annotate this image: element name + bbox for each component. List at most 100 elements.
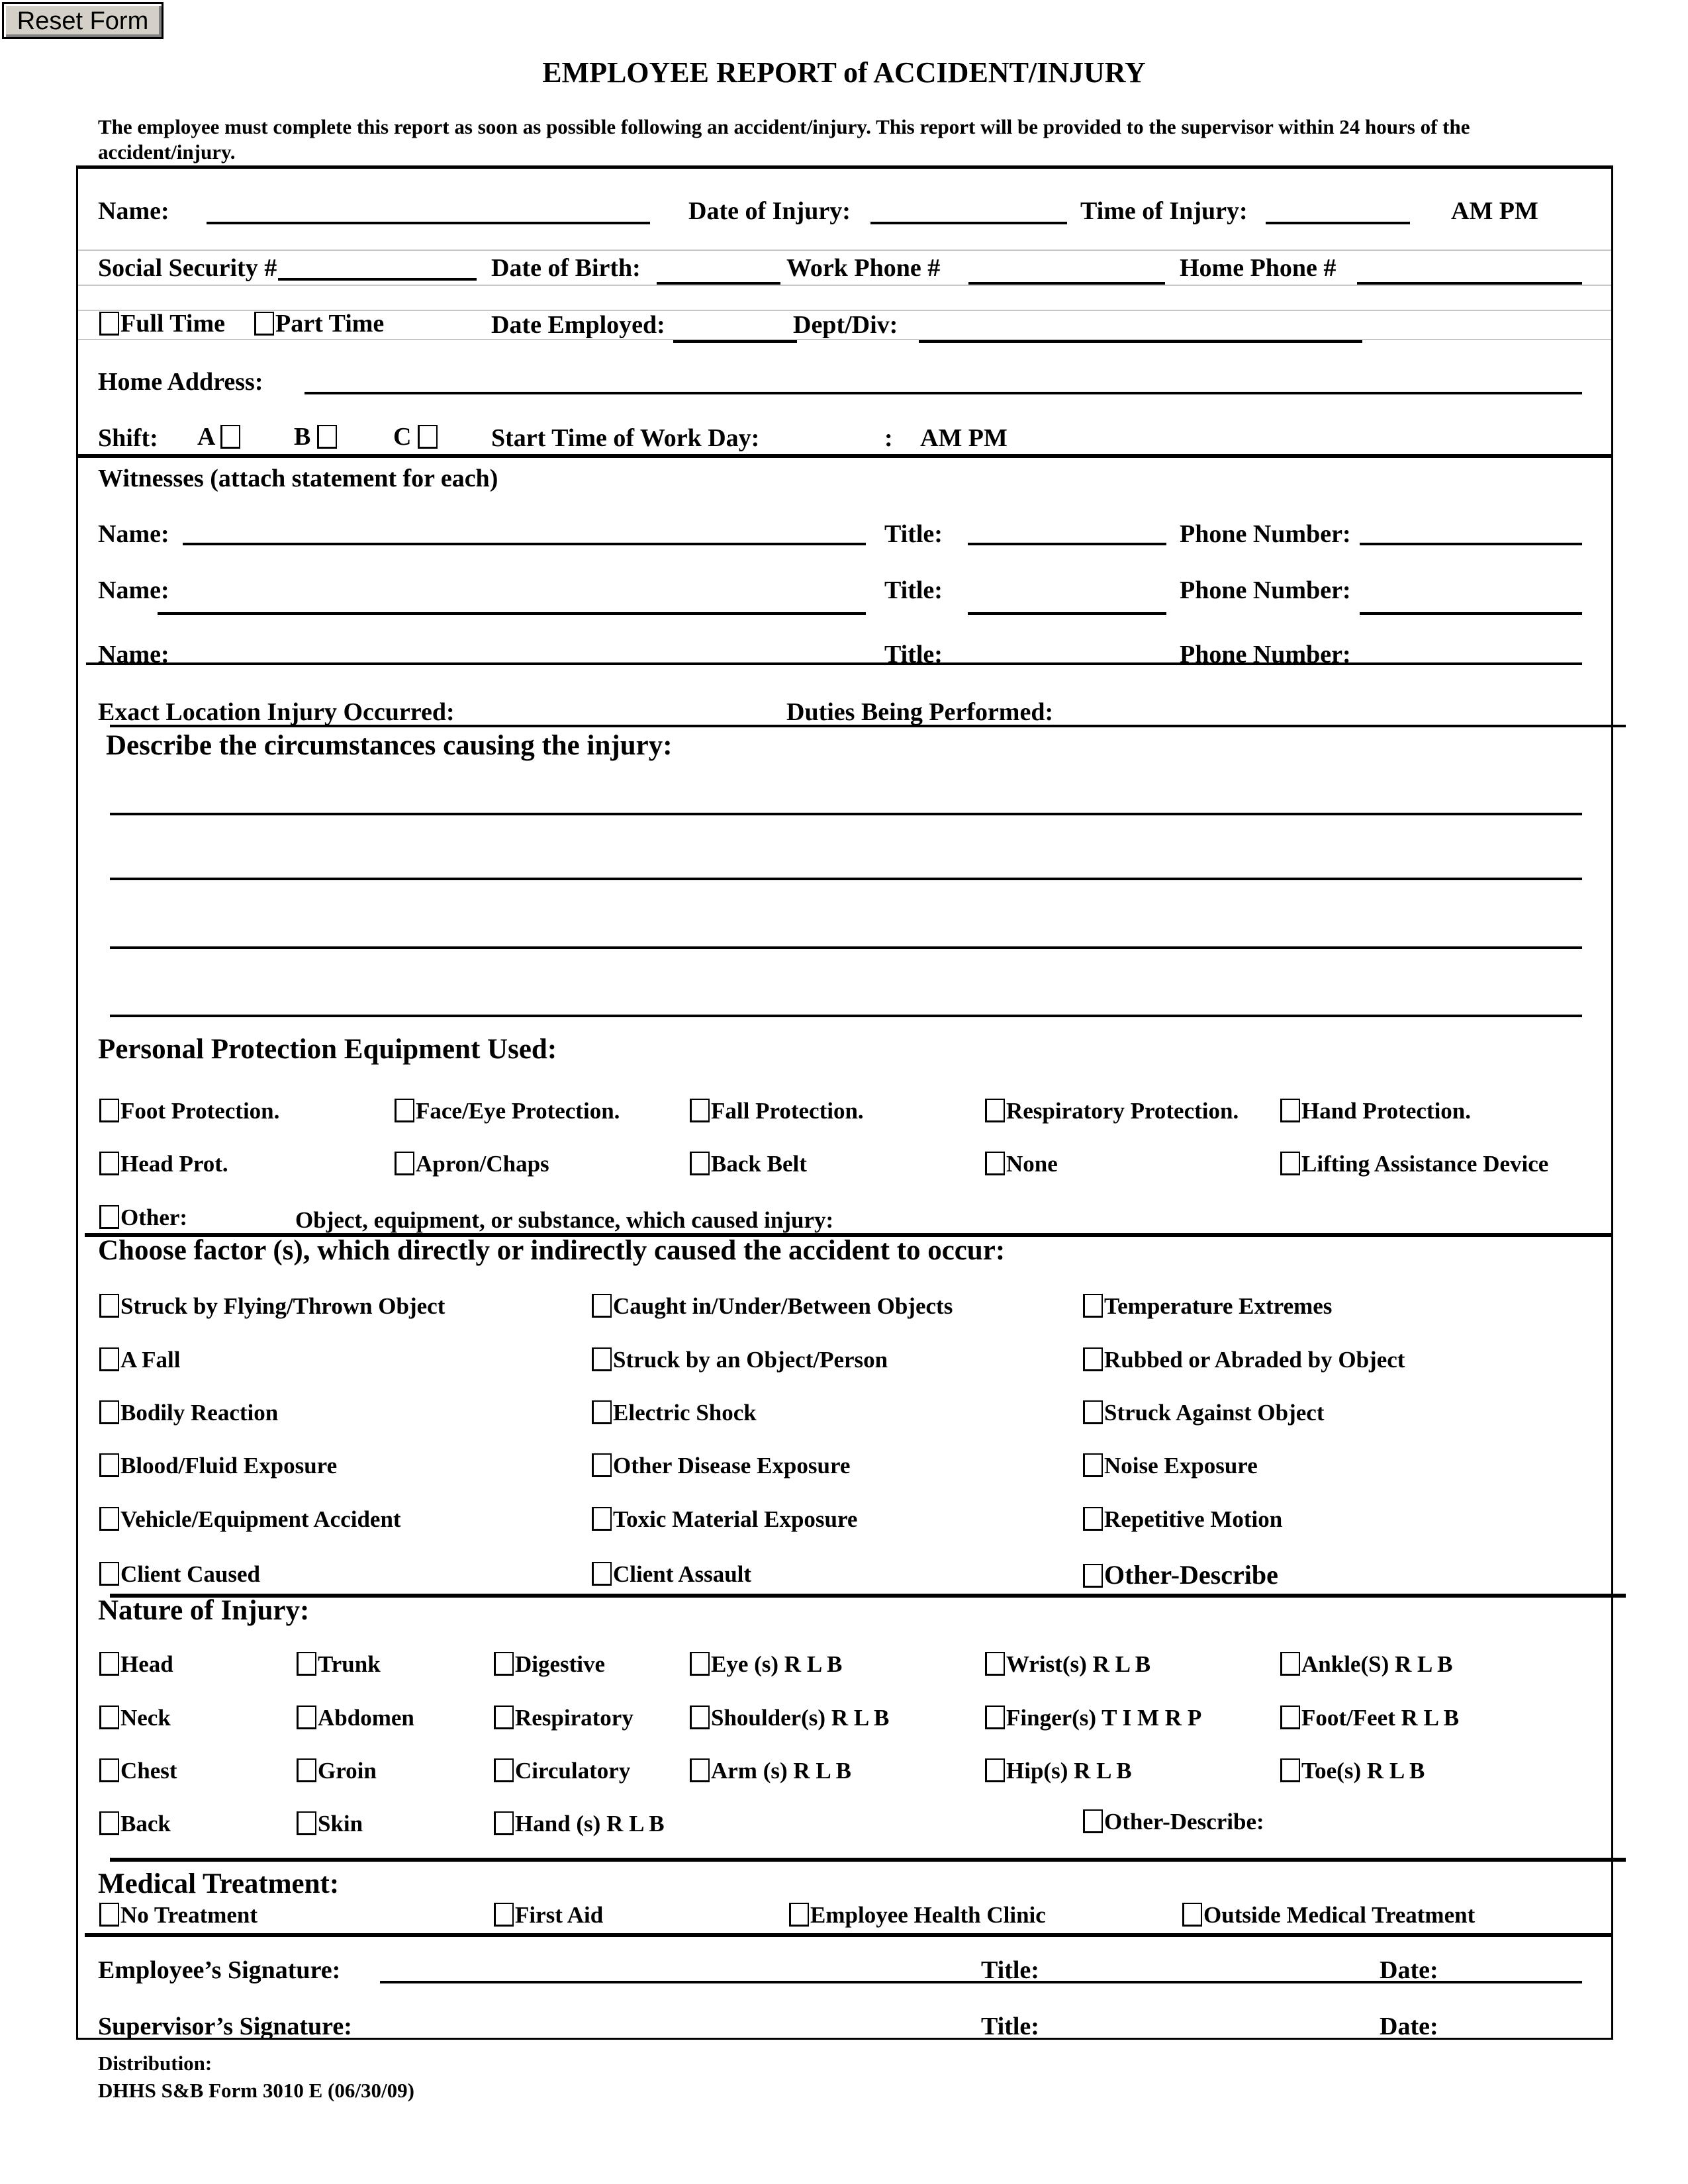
checkbox-icon[interactable] [99, 1294, 119, 1318]
checkbox-icon[interactable] [297, 1706, 316, 1729]
nature-checkbox[interactable]: Wrist(s) R L B [985, 1652, 1150, 1676]
checkbox-icon[interactable] [99, 1347, 119, 1371]
checkbox-icon[interactable] [690, 1758, 710, 1782]
checkbox-icon[interactable] [297, 1652, 316, 1676]
nature-checkbox[interactable]: Digestive [494, 1652, 605, 1676]
factor-checkbox[interactable]: Other Disease Exposure [592, 1453, 850, 1477]
nature-checkbox[interactable]: Head [99, 1652, 173, 1676]
shift-c-checkbox[interactable]: C [393, 424, 439, 449]
checkbox-icon[interactable] [592, 1294, 612, 1318]
nature-checkbox[interactable]: Arm (s) R L B [690, 1758, 851, 1782]
full-time-checkbox[interactable]: Full Time [99, 311, 225, 336]
checkbox-icon[interactable] [592, 1507, 612, 1531]
nature-checkbox[interactable]: Shoulder(s) R L B [690, 1706, 889, 1729]
checkbox-icon[interactable] [1083, 1294, 1103, 1318]
ppe-checkbox[interactable]: Foot Protection. [99, 1099, 279, 1122]
name-field[interactable] [207, 222, 650, 224]
ppe-checkbox[interactable]: Face/Eye Protection. [395, 1099, 620, 1122]
nature-other-checkbox[interactable]: Other-Describe: [1083, 1809, 1264, 1833]
checkbox-icon[interactable] [99, 1652, 119, 1676]
checkbox-icon[interactable] [985, 1652, 1005, 1676]
checkbox-icon[interactable] [1083, 1453, 1103, 1477]
checkbox-icon[interactable] [99, 1152, 119, 1175]
nature-checkbox[interactable]: Skin [297, 1811, 363, 1835]
medical-checkbox[interactable]: Employee Health Clinic [789, 1903, 1046, 1927]
checkbox-icon[interactable] [220, 425, 240, 449]
nature-checkbox[interactable]: Groin [297, 1758, 377, 1782]
part-time-checkbox[interactable]: Part Time [254, 311, 384, 336]
checkbox-icon[interactable] [99, 1453, 119, 1477]
ppe-checkbox[interactable]: Lifting Assistance Device [1280, 1152, 1548, 1175]
ppe-checkbox[interactable]: Fall Protection. [690, 1099, 864, 1122]
checkbox-icon[interactable] [494, 1706, 514, 1729]
checkbox-icon[interactable] [1083, 1347, 1103, 1371]
witness-1-name-field[interactable] [183, 543, 866, 545]
factor-checkbox[interactable]: Vehicle/Equipment Accident [99, 1507, 401, 1531]
nature-checkbox[interactable]: Hip(s) R L B [985, 1758, 1132, 1782]
ppe-other-checkbox[interactable]: Other: [99, 1205, 187, 1229]
checkbox-icon[interactable] [99, 312, 119, 336]
factor-checkbox[interactable]: A Fall [99, 1347, 180, 1371]
circumstances-line-4[interactable] [110, 1015, 1582, 1017]
reset-form-button[interactable]: Reset Form [2, 2, 164, 39]
checkbox-icon[interactable] [1083, 1400, 1103, 1424]
checkbox-icon[interactable] [99, 1811, 119, 1835]
nature-checkbox[interactable]: Eye (s) R L B [690, 1652, 842, 1676]
checkbox-icon[interactable] [254, 312, 274, 336]
checkbox-icon[interactable] [592, 1400, 612, 1424]
checkbox-icon[interactable] [690, 1152, 710, 1175]
checkbox-icon[interactable] [99, 1903, 119, 1927]
time-of-injury-field[interactable] [1266, 222, 1410, 224]
date-of-injury-field[interactable] [870, 222, 1067, 224]
circumstances-line-3[interactable] [110, 946, 1582, 949]
start-time-separator[interactable]: : [884, 426, 893, 451]
checkbox-icon[interactable] [985, 1152, 1005, 1175]
factor-checkbox[interactable]: Other-Describe [1083, 1562, 1278, 1588]
checkbox-icon[interactable] [99, 1099, 119, 1122]
nature-checkbox[interactable]: Finger(s) T I M R P [985, 1706, 1201, 1729]
witness-1-title-field[interactable] [968, 543, 1166, 545]
start-time-am-pm[interactable]: AM PM [920, 426, 1008, 451]
medical-checkbox[interactable]: First Aid [494, 1903, 603, 1927]
checkbox-icon[interactable] [494, 1903, 514, 1927]
shift-b-checkbox[interactable]: B [294, 424, 338, 449]
nature-checkbox[interactable]: Chest [99, 1758, 177, 1782]
ppe-checkbox[interactable]: Back Belt [690, 1152, 807, 1175]
checkbox-icon[interactable] [1280, 1758, 1300, 1782]
checkbox-icon[interactable] [1083, 1507, 1103, 1531]
nature-checkbox[interactable]: Trunk [297, 1652, 381, 1676]
checkbox-icon[interactable] [985, 1758, 1005, 1782]
factor-checkbox[interactable]: Blood/Fluid Exposure [99, 1453, 337, 1477]
checkbox-icon[interactable] [985, 1099, 1005, 1122]
ppe-checkbox[interactable]: None [985, 1152, 1058, 1175]
nature-checkbox[interactable]: Ankle(S) R L B [1280, 1652, 1453, 1676]
nature-checkbox[interactable]: Circulatory [494, 1758, 630, 1782]
checkbox-icon[interactable] [1280, 1152, 1300, 1175]
factor-checkbox[interactable]: Struck by Flying/Thrown Object [99, 1294, 445, 1318]
checkbox-icon[interactable] [99, 1400, 119, 1424]
ppe-checkbox[interactable]: Head Prot. [99, 1152, 228, 1175]
checkbox-icon[interactable] [592, 1562, 612, 1586]
checkbox-icon[interactable] [1083, 1809, 1103, 1833]
witness-1-phone-field[interactable] [1360, 543, 1582, 545]
circumstances-line-2[interactable] [110, 878, 1582, 880]
checkbox-icon[interactable] [316, 425, 337, 449]
nature-checkbox[interactable]: Toe(s) R L B [1280, 1758, 1425, 1782]
checkbox-icon[interactable] [1280, 1706, 1300, 1729]
nature-checkbox[interactable]: Back [99, 1811, 171, 1835]
medical-checkbox[interactable]: Outside Medical Treatment [1182, 1903, 1475, 1927]
nature-checkbox[interactable]: Respiratory [494, 1706, 633, 1729]
nature-checkbox[interactable]: Abdomen [297, 1706, 414, 1729]
factor-checkbox[interactable]: Electric Shock [592, 1400, 757, 1424]
ppe-checkbox[interactable]: Respiratory Protection. [985, 1099, 1239, 1122]
checkbox-icon[interactable] [297, 1758, 316, 1782]
factor-checkbox[interactable]: Repetitive Motion [1083, 1507, 1282, 1531]
factor-checkbox[interactable]: Struck by an Object/Person [592, 1347, 888, 1371]
checkbox-icon[interactable] [395, 1099, 414, 1122]
witness-2-phone-field[interactable] [1360, 612, 1582, 615]
checkbox-icon[interactable] [690, 1099, 710, 1122]
checkbox-icon[interactable] [99, 1758, 119, 1782]
checkbox-icon[interactable] [1280, 1099, 1300, 1122]
factor-checkbox[interactable]: Toxic Material Exposure [592, 1507, 857, 1531]
location-duties-field[interactable] [110, 725, 1626, 727]
